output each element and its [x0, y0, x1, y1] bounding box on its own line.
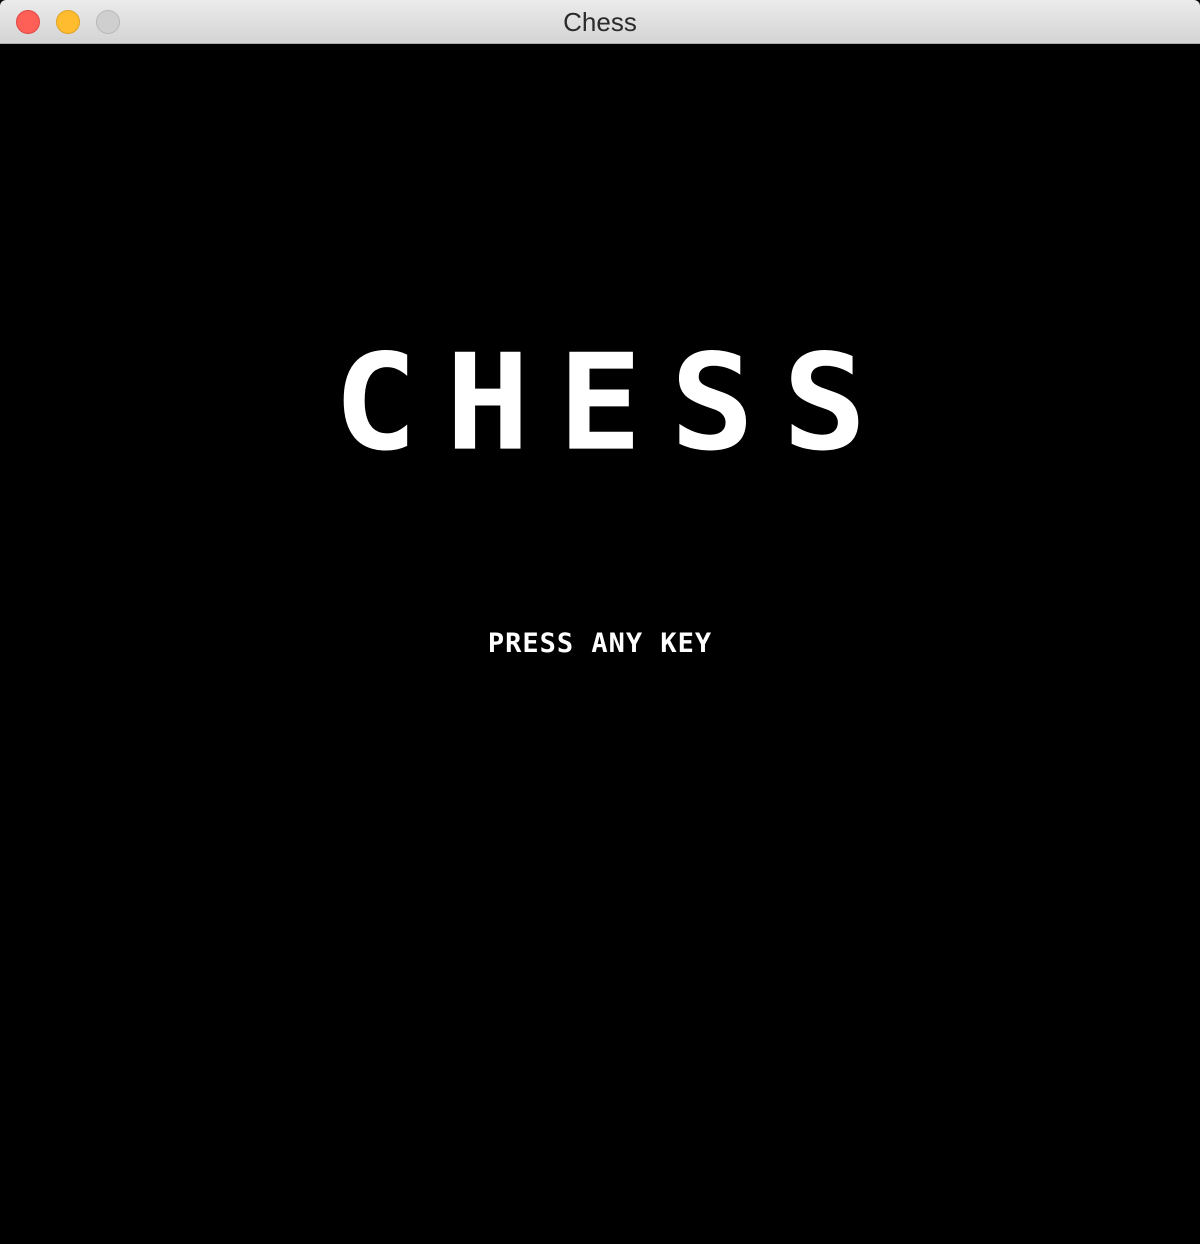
game-canvas[interactable]: CHESS PRESS ANY KEY — [0, 44, 1200, 1244]
window-title: Chess — [563, 7, 637, 37]
title-bar: Chess — [0, 0, 1200, 44]
game-title: CHESS — [333, 326, 895, 481]
app-window: Chess CHESS PRESS ANY KEY — [0, 0, 1200, 1244]
press-any-key-prompt: PRESS ANY KEY — [487, 628, 713, 659]
